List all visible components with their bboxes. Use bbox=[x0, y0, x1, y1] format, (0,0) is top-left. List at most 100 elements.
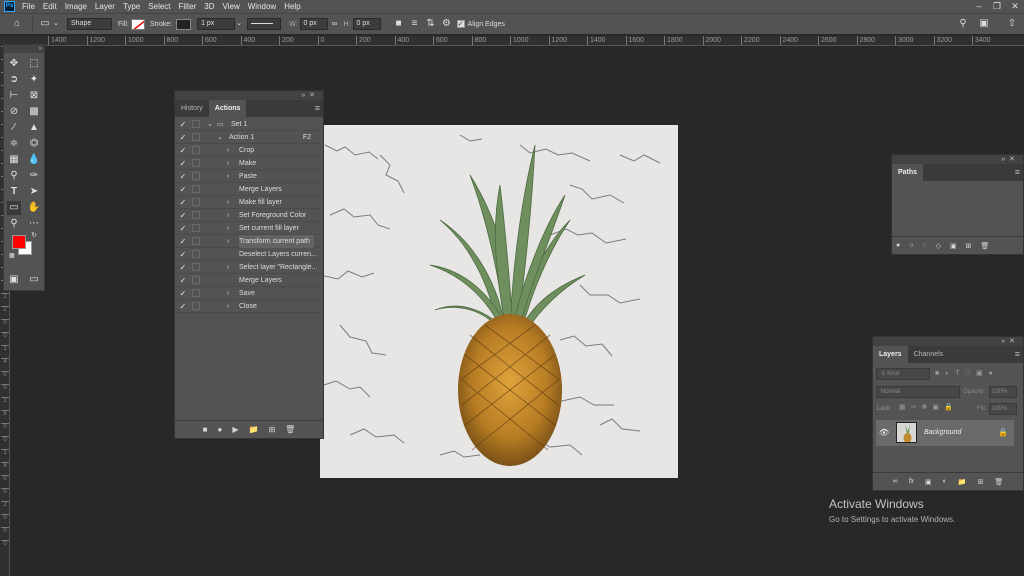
blend-mode-select[interactable]: Normal bbox=[876, 386, 960, 398]
brush-tool-icon[interactable]: ∕ bbox=[7, 121, 21, 135]
link-layers-icon[interactable]: ∞ bbox=[893, 478, 898, 485]
path-selection-icon[interactable]: ➤ bbox=[27, 185, 41, 199]
path-alignment-icon[interactable]: ≡ bbox=[407, 18, 423, 30]
panel-menu-icon[interactable]: ≡ bbox=[1015, 168, 1020, 177]
new-action-icon[interactable]: ⊞ bbox=[268, 425, 275, 434]
search-icon[interactable]: ⚲ bbox=[956, 18, 970, 30]
new-group-icon[interactable]: 📁 bbox=[958, 478, 967, 486]
opacity-input[interactable]: 100% bbox=[989, 386, 1017, 398]
make-work-path-icon[interactable]: ◇ bbox=[936, 242, 941, 250]
chevron-right-icon[interactable]: › bbox=[227, 261, 229, 274]
new-set-icon[interactable]: 📁 bbox=[249, 425, 259, 434]
chevron-right-icon[interactable]: › bbox=[227, 196, 229, 209]
check-icon[interactable]: ✓ bbox=[178, 274, 188, 287]
eraser-icon[interactable]: ⏣ bbox=[27, 137, 41, 151]
eyedropper-icon[interactable]: ⊘ bbox=[7, 105, 21, 119]
dialog-toggle-box[interactable] bbox=[192, 224, 200, 232]
layer-row[interactable]: 👁 Background 🔒 bbox=[876, 420, 1014, 446]
menu-type[interactable]: Type bbox=[123, 2, 140, 11]
kind-filter-select[interactable]: ⚲ Kind bbox=[876, 368, 930, 380]
stamp-tool-icon[interactable]: ▲ bbox=[27, 121, 41, 135]
panel-menu-icon[interactable]: ≡ bbox=[315, 104, 320, 113]
layer-name[interactable]: Background bbox=[924, 420, 961, 446]
action-row[interactable]: ✓ Merge Layers bbox=[175, 183, 323, 196]
chevron-down-icon[interactable]: ⌄ bbox=[235, 18, 243, 30]
stroke-swatch[interactable] bbox=[176, 18, 192, 30]
minimize-icon[interactable]: – bbox=[972, 1, 986, 12]
zoom-tool-icon[interactable]: ⚲ bbox=[7, 217, 21, 231]
chevron-right-icon[interactable]: › bbox=[227, 209, 229, 222]
stop-icon[interactable]: ■ bbox=[203, 425, 208, 434]
action-row[interactable]: ✓ › Set current fill layer bbox=[175, 222, 323, 235]
menu-3d[interactable]: 3D bbox=[204, 2, 214, 11]
width-input[interactable]: 0 px bbox=[299, 18, 328, 30]
play-icon[interactable]: ▶ bbox=[232, 425, 238, 434]
menu-filter[interactable]: Filter bbox=[179, 2, 197, 11]
dialog-toggle-box[interactable] bbox=[192, 250, 200, 258]
check-icon[interactable]: ✓ bbox=[178, 118, 188, 131]
filter-icons[interactable]: ■◐T□▣● bbox=[935, 368, 1023, 380]
healing-brush-icon[interactable]: ▩ bbox=[27, 105, 41, 119]
action-row[interactable]: ✓ › Make fill layer bbox=[175, 196, 323, 209]
mode-select[interactable]: Shape bbox=[67, 18, 112, 30]
dialog-toggle-box[interactable] bbox=[192, 263, 200, 271]
dialog-toggle-box[interactable] bbox=[192, 172, 200, 180]
menu-image[interactable]: Image bbox=[65, 2, 87, 11]
gradient-tool-icon[interactable]: ▦ bbox=[7, 153, 21, 167]
check-icon[interactable]: ✓ bbox=[178, 170, 188, 183]
dialog-toggle-box[interactable] bbox=[192, 237, 200, 245]
dialog-toggle-box[interactable] bbox=[192, 133, 200, 141]
screen-mode-icon[interactable]: ▭ bbox=[27, 273, 41, 287]
dialog-toggle-box[interactable] bbox=[192, 146, 200, 154]
action-row[interactable]: ✓ › Save bbox=[175, 287, 323, 300]
dialog-toggle-box[interactable] bbox=[192, 120, 200, 128]
trash-icon[interactable]: 🗑 bbox=[995, 478, 1004, 486]
stroke-type-select[interactable] bbox=[247, 18, 282, 30]
path-operations-icon[interactable]: ■ bbox=[391, 18, 407, 30]
lasso-tool-icon[interactable]: ➲ bbox=[7, 73, 21, 87]
action-row[interactable]: ✓ Merge Layers bbox=[175, 274, 323, 287]
fill-swatch[interactable] bbox=[130, 18, 145, 30]
record-icon[interactable]: ● bbox=[218, 425, 223, 434]
action-row[interactable]: ✓ Deselect Layers curren... bbox=[175, 248, 323, 261]
check-icon[interactable]: ✓ bbox=[178, 131, 188, 144]
fill-input[interactable]: 100% bbox=[989, 403, 1017, 415]
share-icon[interactable]: ⇧ bbox=[1005, 18, 1019, 30]
check-icon[interactable]: ✓ bbox=[178, 235, 188, 248]
adjustment-layer-icon[interactable]: ◐ bbox=[943, 478, 947, 485]
collapse-icon[interactable]: » bbox=[4, 45, 44, 53]
dialog-toggle-box[interactable] bbox=[192, 302, 200, 310]
load-selection-icon[interactable]: ◌ bbox=[922, 242, 926, 249]
panel-menu-icon[interactable]: ≡ bbox=[1015, 350, 1020, 359]
pen-tool-icon[interactable]: ✑ bbox=[27, 169, 41, 183]
new-path-icon[interactable]: ⊞ bbox=[966, 242, 972, 250]
check-icon[interactable]: ✓ bbox=[178, 300, 188, 313]
dialog-toggle-box[interactable] bbox=[192, 211, 200, 219]
lock-icons[interactable]: ▦✑✥▣🔒 bbox=[899, 403, 958, 413]
chevron-right-icon[interactable]: › bbox=[227, 170, 229, 183]
dialog-toggle-box[interactable] bbox=[192, 159, 200, 167]
align-edges-checkbox[interactable]: ✓ bbox=[456, 20, 465, 28]
action-row[interactable]: ✓ › Close bbox=[175, 300, 323, 313]
chevron-right-icon[interactable]: › bbox=[227, 157, 229, 170]
type-tool-icon[interactable]: T bbox=[7, 185, 21, 199]
tool-preset-icon[interactable]: ▭ bbox=[39, 18, 51, 30]
add-mask-icon[interactable]: ▣ bbox=[925, 478, 932, 486]
chevron-right-icon[interactable]: › bbox=[227, 222, 229, 235]
menu-select[interactable]: Select bbox=[148, 2, 170, 11]
menu-help[interactable]: Help bbox=[284, 2, 300, 11]
height-input[interactable]: 0 px bbox=[352, 18, 381, 30]
chevron-down-icon[interactable]: ⌄ bbox=[217, 131, 223, 144]
chevron-right-icon[interactable]: › bbox=[227, 300, 229, 313]
workspace-icon[interactable]: ▣ bbox=[977, 18, 991, 30]
crop-tool-icon[interactable]: ⊢ bbox=[7, 89, 21, 103]
blur-tool-icon[interactable]: 💧 bbox=[27, 153, 41, 167]
eye-icon[interactable]: 👁 bbox=[879, 428, 889, 437]
check-icon[interactable]: ✓ bbox=[178, 209, 188, 222]
more-tools-icon[interactable]: ⋯ bbox=[27, 217, 41, 231]
frame-tool-icon[interactable]: ⊠ bbox=[27, 89, 41, 103]
close-icon[interactable]: ✕ bbox=[1008, 1, 1022, 12]
hand-tool-icon[interactable]: ✋ bbox=[27, 201, 41, 215]
stroke-path-icon[interactable]: ○ bbox=[909, 242, 913, 249]
trash-icon[interactable]: 🗑 bbox=[285, 425, 295, 434]
